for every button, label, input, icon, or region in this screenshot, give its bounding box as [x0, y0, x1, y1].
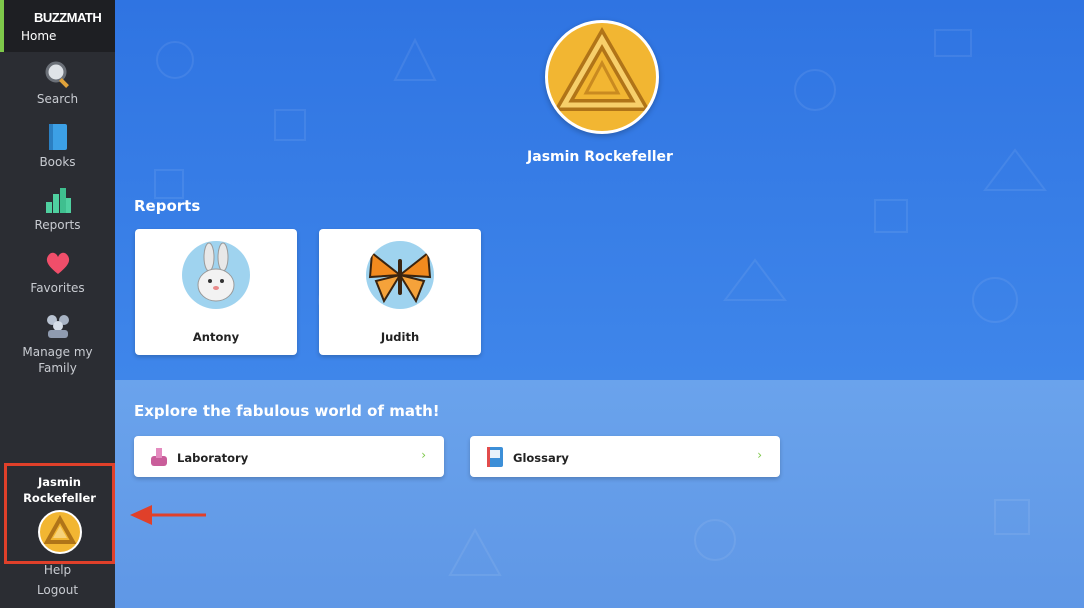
sidebar: BUZZMATH Home Search Books Reports Favor…	[0, 0, 115, 608]
bar-chart-icon	[45, 188, 71, 213]
sidebar-item-label: Manage my Family	[22, 345, 93, 375]
rabbit-icon	[197, 242, 235, 302]
sidebar-item-reports[interactable]: Reports	[0, 186, 115, 232]
help-link[interactable]: Help	[0, 563, 115, 577]
reports-title: Reports	[134, 197, 201, 215]
sidebar-item-favorites[interactable]: Favorites	[0, 249, 115, 295]
report-card-name: Antony	[192, 330, 240, 344]
link-label: Laboratory	[177, 451, 249, 465]
sidebar-item-search[interactable]: Search	[0, 60, 115, 106]
main-area: Jasmin Rockefeller Reports Antony Judith	[115, 0, 1084, 608]
family-icon	[46, 315, 69, 338]
sidebar-item-label: Reports	[34, 218, 81, 232]
report-card-judith[interactable]: Judith	[319, 229, 481, 355]
heart-icon	[46, 252, 69, 274]
explore-title: Explore the fabulous world of math!	[134, 402, 440, 420]
profile-name: Jasmin Rockefeller	[23, 475, 96, 505]
book-icon	[48, 124, 67, 150]
profile-highlight-box[interactable]: Jasmin Rockefeller	[4, 463, 115, 564]
profile-avatar[interactable]	[37, 510, 82, 554]
sidebar-item-label: Books	[39, 155, 76, 169]
laboratory-link[interactable]: Laboratory ›	[134, 436, 444, 477]
sidebar-item-label: Favorites	[30, 281, 85, 295]
rabbit-avatar	[182, 241, 250, 309]
lab-icon	[151, 448, 167, 466]
chevron-right-icon: ›	[757, 448, 762, 462]
butterfly-avatar	[366, 241, 434, 309]
triangle-logo-icon	[553, 26, 651, 111]
sidebar-item-manage-family[interactable]: Manage my Family	[0, 312, 115, 376]
butterfly-icon	[368, 251, 432, 304]
report-card-antony[interactable]: Antony	[135, 229, 297, 355]
logout-link[interactable]: Logout	[0, 583, 115, 597]
glossary-book-icon	[487, 447, 503, 467]
user-name-heading: Jasmin Rockefeller	[527, 149, 673, 165]
report-card-name: Judith	[380, 330, 420, 344]
link-label: Glossary	[513, 451, 569, 465]
brand-logo: BUZZMATH	[34, 10, 102, 25]
glossary-link[interactable]: Glossary ›	[470, 436, 780, 477]
user-avatar-large	[545, 20, 659, 134]
sidebar-item-label: Search	[36, 92, 79, 106]
home-label: Home	[21, 29, 57, 43]
home-nav[interactable]: BUZZMATH Home	[0, 0, 115, 52]
sidebar-item-books[interactable]: Books	[0, 123, 115, 169]
magnifier-icon	[45, 61, 69, 88]
annotation-arrow-icon	[130, 505, 206, 525]
triangle-logo-icon	[43, 514, 76, 544]
chevron-right-icon: ›	[421, 448, 426, 462]
